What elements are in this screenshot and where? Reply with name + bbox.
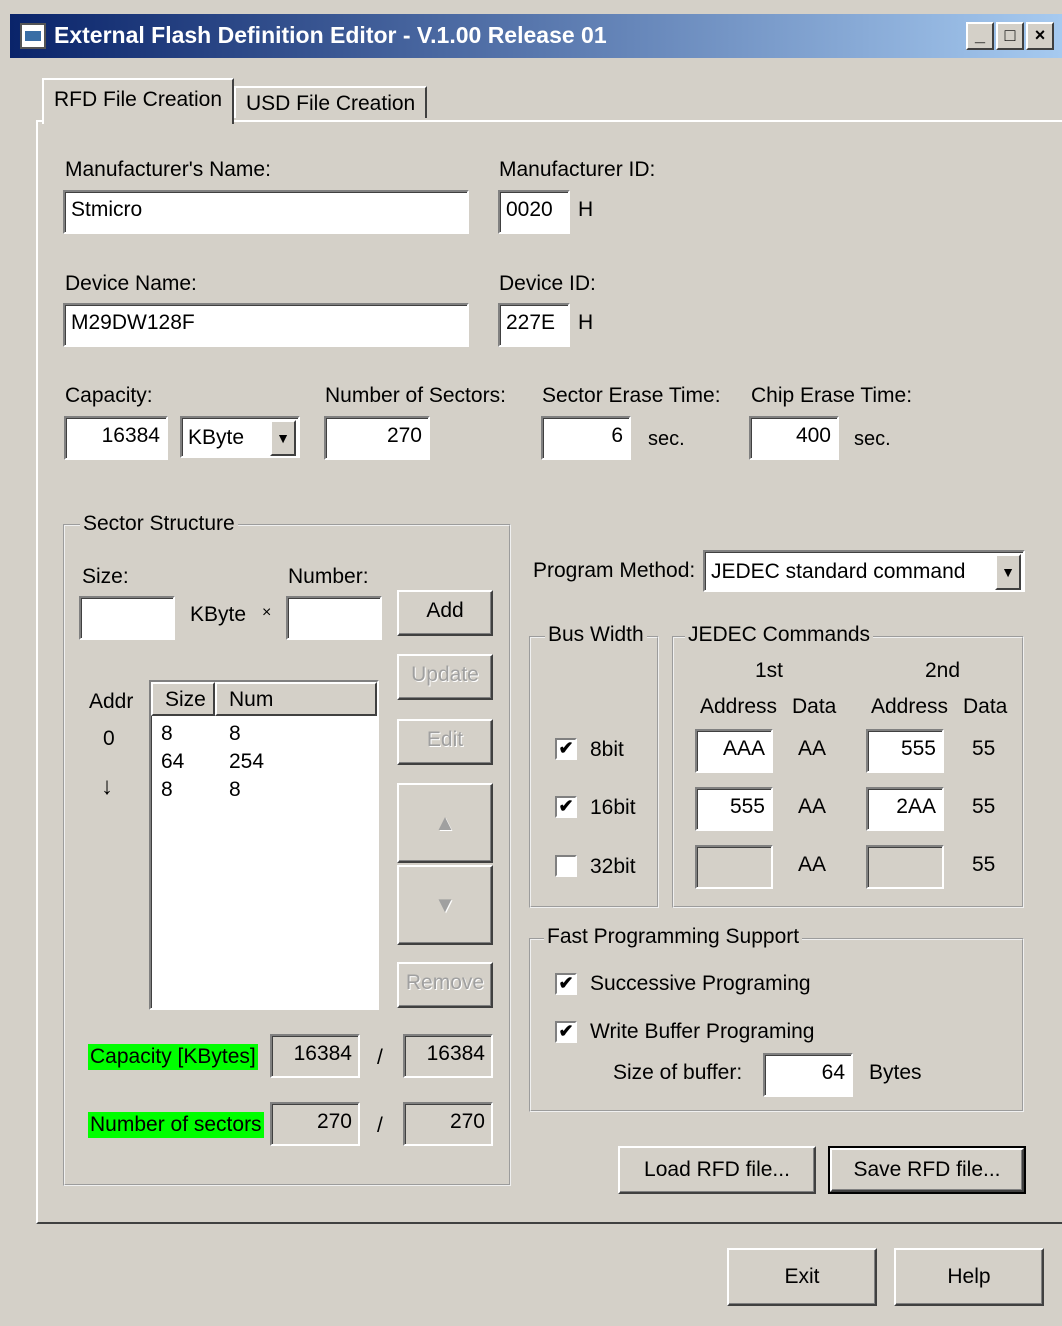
tab-panel (36, 120, 1062, 1224)
tab-label: RFD File Creation (54, 88, 223, 111)
window-title: External Flash Definition Editor - V.1.0… (54, 22, 607, 48)
maximize-button[interactable]: □ (996, 22, 1024, 50)
tab-label: USD File Creation (246, 92, 416, 115)
tab-usd-file-creation[interactable]: USD File Creation (234, 86, 428, 118)
minimize-button[interactable]: _ (966, 22, 994, 50)
exit-button[interactable]: Exit (727, 1248, 877, 1306)
tab-rfd-file-creation[interactable]: RFD File Creation (42, 78, 235, 124)
app-icon (20, 23, 46, 49)
title-bar: External Flash Definition Editor - V.1.0… (10, 14, 1062, 58)
help-button[interactable]: Help (894, 1248, 1044, 1306)
close-button[interactable]: × (1026, 22, 1054, 50)
